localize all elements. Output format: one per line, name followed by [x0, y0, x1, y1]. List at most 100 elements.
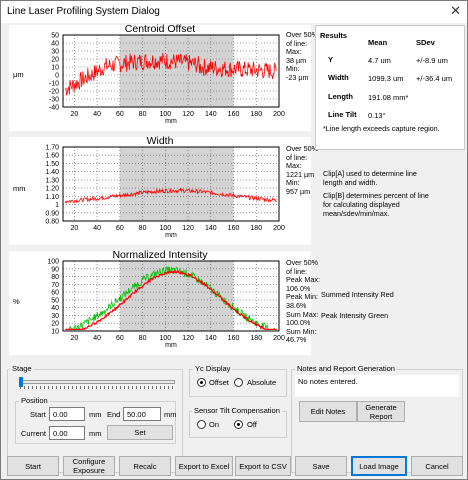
x-tick-label: 60 [116, 111, 124, 118]
x-tick-label: 40 [93, 225, 101, 232]
x-tick-label: 60 [116, 225, 124, 232]
set-button[interactable]: Set [107, 425, 173, 440]
length-footnote: *Line length exceeds capture region. [323, 124, 440, 133]
x-tick-label: 20 [70, 225, 78, 232]
x-tick-label: 160 [228, 225, 240, 232]
x-tick-label: 20 [70, 111, 78, 118]
y-tick-label: 1.10 [45, 194, 59, 201]
results-mean-y: 4.7 um [368, 56, 391, 65]
tilt-off-label: Off [247, 420, 257, 429]
x-tick-label: 140 [205, 111, 217, 118]
tilt-label: Sensor Tilt Compensation [192, 406, 282, 415]
notes-display: No notes entered. [295, 375, 459, 397]
tilt-on-label: On [209, 420, 220, 429]
y-tick-label: 20 [51, 321, 59, 328]
results-label-tilt: Line Tilt [328, 110, 357, 119]
x-tick-label: 100 [159, 111, 171, 118]
intensity-plot-panel: Normalized Intensity % Over 50% of line:… [9, 249, 320, 355]
export-csv-button[interactable]: Export to CSV [235, 456, 291, 476]
x-tick-label: 180 [250, 335, 262, 342]
edit-notes-button[interactable]: Edit Notes [299, 401, 357, 422]
y-tick-label: 40 [51, 41, 59, 48]
stage-slider-track[interactable] [19, 380, 175, 384]
x-tick-label: 80 [139, 111, 147, 118]
results-title: Results [320, 31, 348, 40]
recalc-button[interactable]: Recalc [119, 456, 171, 476]
offset-radio-label: Offset [209, 378, 229, 387]
results-sdev-width: +/-36.4 um [416, 74, 453, 83]
y-tick-label: 1.30 [45, 177, 59, 184]
y-tick-label: 1.50 [45, 161, 59, 168]
save-button[interactable]: Save [295, 456, 347, 476]
load-image-button[interactable]: Load Image [351, 456, 407, 476]
start-label: Start [30, 410, 46, 419]
y-tick-label: 60 [51, 290, 59, 297]
x-axis-label: mm [165, 118, 177, 125]
x-axis-label: mm [165, 232, 177, 239]
x-tick-label: 80 [139, 335, 147, 342]
y-tick-label: 70 [51, 282, 59, 289]
close-icon[interactable]: ✕ [450, 3, 461, 19]
end-unit: mm [164, 410, 177, 419]
x-tick-label: 140 [205, 225, 217, 232]
start-button[interactable]: Start [7, 456, 59, 476]
intensity-plot: 10090807060504030201020 40 60 80 100 120 140 16… [47, 259, 285, 350]
x-tick-label: 160 [228, 111, 240, 118]
tilt-on-radio[interactable] [197, 420, 206, 429]
y-tick-label: 50 [51, 297, 59, 304]
y-tick-label: 100 [47, 259, 59, 266]
results-col-mean: Mean [368, 38, 388, 47]
y-tick-label: 0 [55, 73, 59, 80]
y-tick-label: -30 [49, 97, 59, 104]
legend-green: Peak Intensity Green [321, 311, 389, 320]
results-mean-tilt: 0.13° [368, 111, 386, 120]
x-tick-label: 120 [182, 225, 194, 232]
export-excel-button[interactable]: Export to Excel [175, 456, 233, 476]
stage-slider-thumb[interactable] [19, 377, 23, 387]
results-sdev-y: +/-8.9 um [416, 56, 448, 65]
stage-label: Stage [10, 364, 34, 373]
current-unit: mm [89, 429, 102, 438]
cancel-button[interactable]: Cancel [411, 456, 463, 476]
x-tick-label: 40 [93, 111, 101, 118]
y-tick-label: 30 [51, 49, 59, 56]
y-tick-label: 80 [51, 274, 59, 281]
position-label: Position [19, 396, 50, 405]
centroid-plot-panel: Centroid Offset µm Over 50% of line: Max… [9, 23, 318, 131]
x-tick-label: 120 [182, 335, 194, 342]
width-plot-panel: Width mm Over 50% of line: Max: 1221 µm … [9, 135, 318, 245]
y-tick-label: -20 [49, 89, 59, 96]
legend-red: Summed Intensity Red [321, 290, 394, 299]
results-label-width: Width [328, 73, 349, 82]
end-input[interactable]: 50.00 [123, 407, 161, 421]
x-tick-label: 60 [116, 335, 124, 342]
configure-exposure-button[interactable]: Configure Exposure [63, 456, 115, 476]
y-tick-label: 10 [51, 329, 59, 336]
current-input[interactable]: 0.00 [49, 426, 85, 440]
y-tick-label: 0.90 [45, 210, 59, 217]
generate-report-button[interactable]: Generate Report [357, 401, 405, 422]
tilt-off-radio[interactable] [234, 420, 243, 429]
x-tick-label: 200 [273, 111, 285, 118]
start-input[interactable]: 0.00 [49, 407, 85, 421]
clip-region [119, 147, 234, 221]
x-tick-label: 200 [273, 225, 285, 232]
offset-radio[interactable] [197, 378, 206, 387]
x-axis-label: mm [165, 342, 177, 349]
x-tick-label: 200 [273, 335, 285, 342]
y-tick-label: 0.80 [45, 219, 59, 226]
absolute-radio[interactable] [234, 378, 243, 387]
centroid-plot: 50403020100-10-20-30-4020 40 60 80 100 120 140… [49, 33, 285, 126]
y-tick-label: 50 [51, 33, 59, 40]
x-tick-label: 180 [250, 225, 262, 232]
y-tick-label: -10 [49, 81, 59, 88]
yc-display-label: Yc Display [193, 364, 233, 373]
width-plot: 1.701.601.501.401.30 1.201.1010.90 0.80 20 4… [45, 145, 285, 240]
results-label-length: Length [328, 92, 353, 101]
x-tick-label: 20 [70, 335, 78, 342]
y-tick-label: 40 [51, 305, 59, 312]
y-tick-label: 1.40 [45, 169, 59, 176]
current-label: Current [21, 429, 47, 438]
results-mean-width: 1099.3 um [368, 74, 404, 83]
x-tick-label: 180 [250, 111, 262, 118]
